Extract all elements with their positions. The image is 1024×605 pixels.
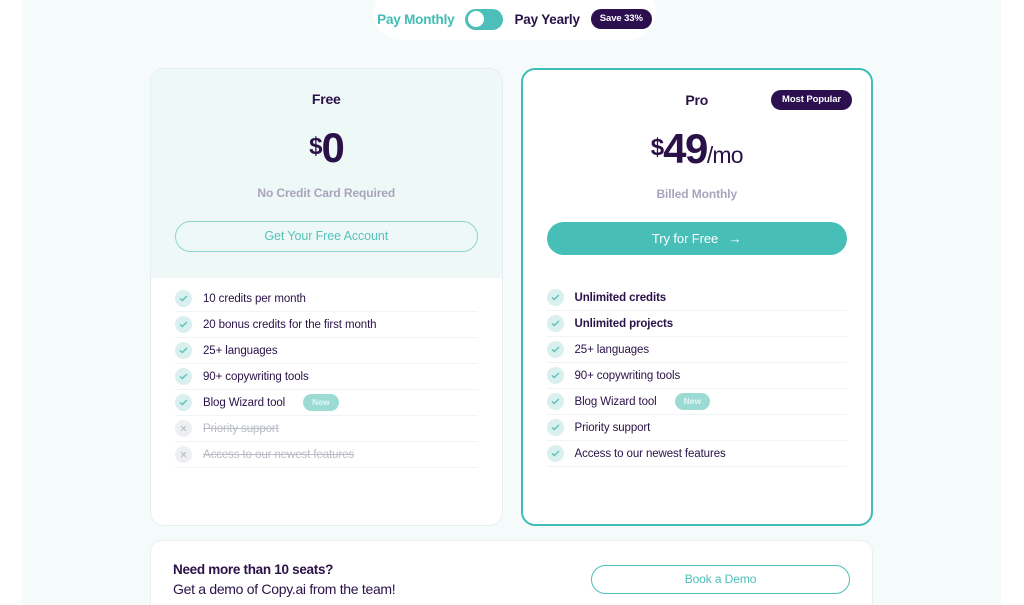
feature-row: Priority support (175, 416, 478, 442)
price-period: /mo (706, 142, 744, 168)
demo-title: Need more than 10 seats? (173, 561, 334, 577)
check-icon (175, 290, 192, 307)
feature-label: Priority support (574, 421, 651, 434)
switch-knob (467, 11, 484, 27)
save-badge: Save 33% (590, 9, 652, 29)
price-currency: $ (309, 133, 322, 160)
get-free-account-button[interactable]: Get Your Free Account (175, 221, 478, 252)
check-icon (546, 419, 564, 436)
plan-price-free: $0 (175, 127, 478, 169)
check-icon (175, 368, 192, 385)
feature-label: 90+ copywriting tools (574, 369, 681, 382)
demo-copy: Need more than 10 seats? Get a demo of C… (173, 562, 591, 597)
plan-price-note-pro: Billed Monthly (656, 187, 738, 201)
demo-subtitle: Get a demo of Copy.ai from the team! (173, 580, 396, 597)
feature-row: 20 bonus credits for the first month (175, 312, 478, 338)
demo-strip: Need more than 10 seats? Get a demo of C… (150, 540, 873, 605)
book-a-demo-button[interactable]: Book a Demo (591, 564, 850, 594)
feature-row: Unlimited projects (546, 311, 847, 337)
feature-label: Access to our newest features (574, 447, 726, 460)
cta-label: Try for Free (651, 231, 719, 246)
feature-row: Access to our newest features (175, 442, 478, 468)
feature-list-free: 10 credits per month 20 bonus credits fo… (151, 278, 502, 468)
price-amount: 49 (663, 125, 708, 172)
feature-label: 25+ languages (574, 343, 650, 356)
check-icon (546, 393, 564, 410)
plan-price-pro: $49/mo (547, 128, 848, 170)
feature-label: 25+ languages (203, 344, 278, 357)
feature-label: Blog Wizard tool (574, 395, 657, 408)
plan-name-free: Free (311, 91, 341, 107)
pricing-page: Pay Monthly Pay Yearly Save 33% Free $0 … (22, 0, 1001, 605)
toggle-label-yearly[interactable]: Pay Yearly (514, 12, 580, 27)
check-icon (175, 316, 192, 333)
plan-card-free: Free $0 No Credit Card Required Get Your… (150, 68, 503, 526)
new-badge: New (674, 393, 711, 410)
feature-label: 10 credits per month (203, 292, 306, 305)
feature-row: Unlimited credits (546, 285, 847, 311)
feature-label: 90+ copywriting tools (203, 370, 309, 383)
billing-toggle-bar: Pay Monthly Pay Yearly Save 33% (373, 0, 656, 40)
price-amount: 0 (321, 124, 345, 171)
check-icon (546, 315, 564, 332)
feature-label: Access to our newest features (203, 448, 355, 461)
feature-row: 25+ languages (175, 338, 478, 364)
feature-row: Blog Wizard tool New (546, 389, 847, 415)
plan-header-pro: Pro Most Popular $49/mo Billed Monthly T… (523, 70, 872, 281)
feature-row: Blog Wizard tool New (175, 390, 478, 416)
feature-row: Priority support (546, 415, 847, 441)
close-icon (175, 420, 192, 437)
feature-label: 20 bonus credits for the first month (203, 318, 377, 331)
check-icon (546, 341, 564, 358)
feature-label: Unlimited credits (574, 291, 667, 304)
feature-label: Blog Wizard tool (203, 396, 286, 409)
check-icon (175, 342, 192, 359)
check-icon (546, 445, 564, 462)
toggle-label-monthly[interactable]: Pay Monthly (377, 12, 455, 27)
feature-row: 25+ languages (546, 337, 847, 363)
feature-label: Unlimited projects (574, 317, 674, 330)
feature-row: 10 credits per month (175, 286, 478, 312)
plan-price-note-free: No Credit Card Required (257, 186, 396, 200)
plan-card-list: Free $0 No Credit Card Required Get Your… (150, 68, 873, 526)
feature-list-pro: Unlimited credits Unlimited projects 25+… (523, 281, 872, 467)
close-icon (175, 446, 192, 463)
check-icon (546, 289, 564, 306)
new-badge: New (303, 394, 339, 411)
feature-row: 90+ copywriting tools (175, 364, 478, 390)
plan-header-free: Free $0 No Credit Card Required Get Your… (151, 69, 502, 278)
check-icon (175, 394, 192, 411)
price-currency: $ (650, 134, 664, 161)
most-popular-badge: Most Popular (771, 90, 852, 110)
check-icon (546, 367, 564, 384)
plan-card-pro: Pro Most Popular $49/mo Billed Monthly T… (520, 68, 873, 526)
feature-row: Access to our newest features (546, 441, 847, 467)
arrow-right-icon: → (728, 231, 742, 246)
billing-period-switch[interactable] (465, 8, 504, 30)
feature-row: 90+ copywriting tools (546, 363, 847, 389)
feature-label: Priority support (203, 422, 279, 435)
try-for-free-button[interactable]: Try for Free → (546, 222, 847, 255)
